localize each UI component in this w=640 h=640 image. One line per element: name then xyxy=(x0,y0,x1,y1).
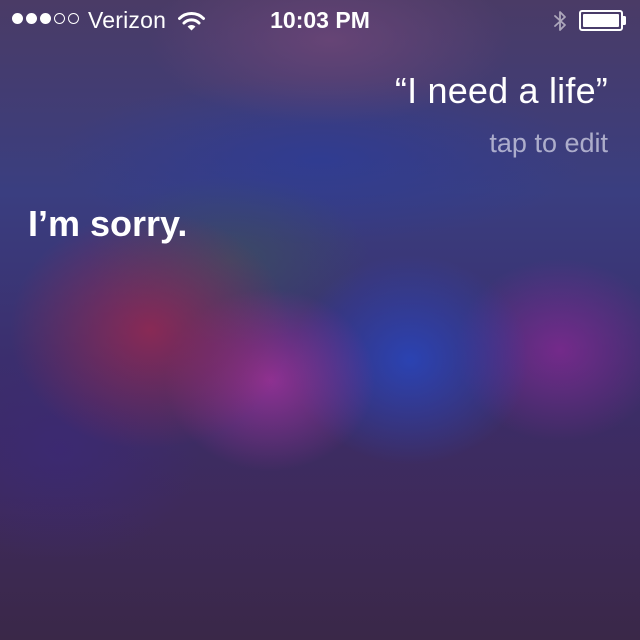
tap-to-edit-hint[interactable]: tap to edit xyxy=(489,128,608,159)
battery-level xyxy=(583,14,619,27)
status-bar: Verizon 10:03 PM xyxy=(0,0,640,42)
siri-response-text: I’m sorry. xyxy=(28,203,188,244)
clock: 10:03 PM xyxy=(270,7,370,33)
bluetooth-icon xyxy=(554,11,566,31)
battery-terminal xyxy=(623,16,626,25)
battery-icon xyxy=(579,10,623,31)
user-query-text[interactable]: “I need a life” xyxy=(395,70,608,112)
